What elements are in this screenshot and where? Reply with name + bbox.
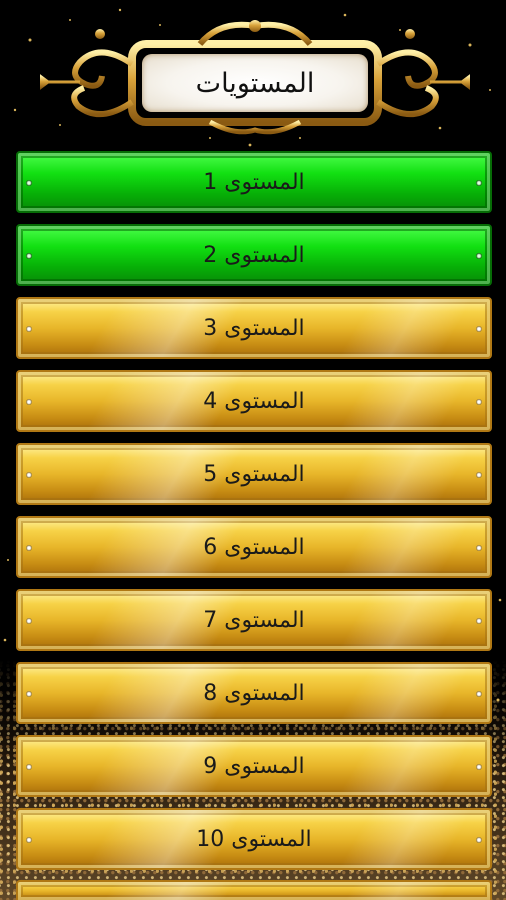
stud-icon [26,180,32,186]
stud-icon [26,399,32,405]
level-label: المستوى 10 [196,826,312,852]
stud-icon [26,764,32,770]
level-button-3[interactable]: المستوى 3 [16,297,492,359]
level-label: المستوى 5 [203,461,305,487]
level-button-2[interactable]: المستوى 2 [16,224,492,286]
level-button-4[interactable]: المستوى 4 [16,370,492,432]
level-button-1[interactable]: المستوى 1 [16,151,492,213]
level-button-10[interactable]: المستوى 10 [16,808,492,870]
level-label: المستوى 8 [203,680,305,706]
level-button-8[interactable]: المستوى 8 [16,662,492,724]
level-button-5[interactable]: المستوى 5 [16,443,492,505]
level-label: المستوى 3 [203,315,305,341]
stud-icon [476,253,482,259]
stud-icon [26,618,32,624]
stud-icon [476,472,482,478]
levels-header: المستويات [40,12,470,140]
stud-icon [26,545,32,551]
stud-icon [476,764,482,770]
stud-icon [26,253,32,259]
level-label: المستوى 4 [203,388,305,414]
level-button-6[interactable]: المستوى 6 [16,516,492,578]
level-label: المستوى 9 [203,753,305,779]
level-label: المستوى 7 [203,607,305,633]
stud-icon [476,837,482,843]
stud-icon [476,326,482,332]
level-label: المستوى 1 [203,169,305,195]
stud-icon [26,326,32,332]
level-button-7[interactable]: المستوى 7 [16,589,492,651]
title-plate: المستويات [142,54,368,112]
stud-icon [476,618,482,624]
stud-icon [476,545,482,551]
level-label: المستوى 2 [203,242,305,268]
stud-icon [26,691,32,697]
level-button-11[interactable] [16,880,492,900]
page-title: المستويات [195,67,315,99]
stud-icon [26,472,32,478]
stud-icon [476,691,482,697]
level-button-9[interactable]: المستوى 9 [16,735,492,797]
stud-icon [476,180,482,186]
stud-icon [26,837,32,843]
level-label: المستوى 6 [203,534,305,560]
stud-icon [476,399,482,405]
